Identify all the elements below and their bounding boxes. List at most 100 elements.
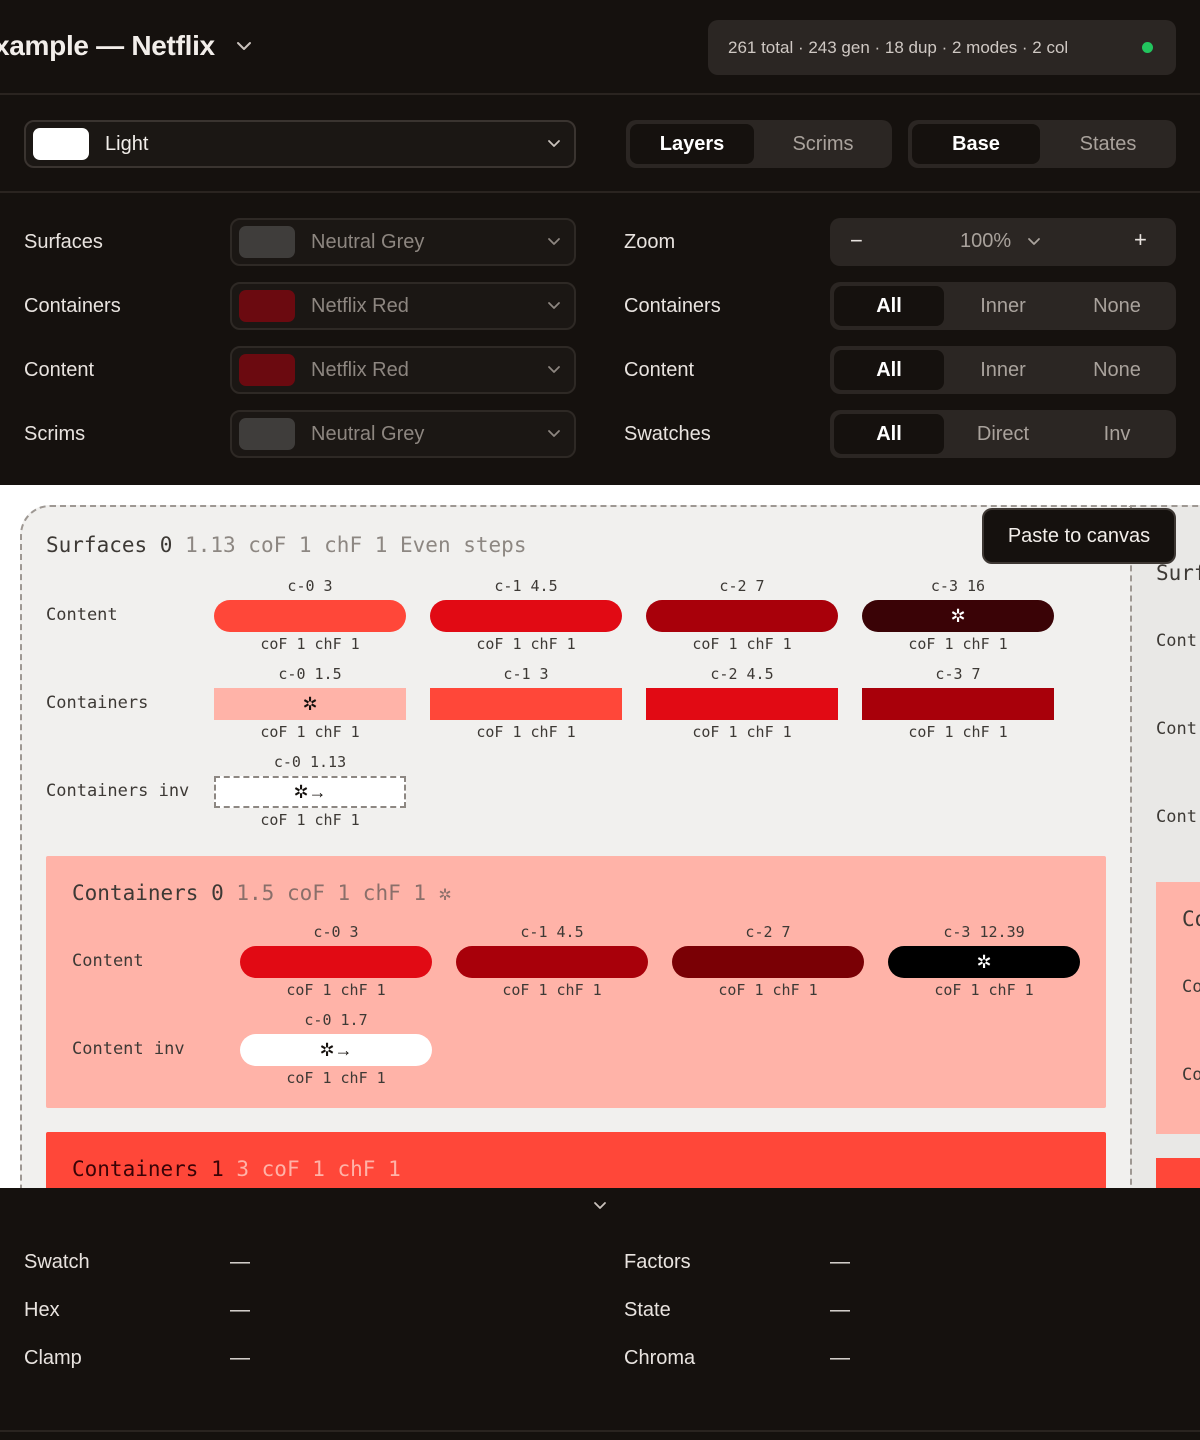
- tab-base[interactable]: Base: [912, 124, 1040, 164]
- swatch-factors-label: coF 1 chF 1: [286, 981, 386, 999]
- swatch-factors-label: coF 1 chF 1: [476, 635, 576, 653]
- swatch-factors-label: coF 1 chF 1: [260, 723, 360, 741]
- stats-summary: 261 total · 243 gen · 18 dup · 2 modes ·…: [728, 38, 1069, 57]
- asterisk-icon: ✲: [302, 693, 318, 714]
- factors-label: Factors: [624, 1251, 691, 1273]
- swatches-filter-all[interactable]: All: [834, 414, 944, 454]
- color-swatch[interactable]: [430, 688, 622, 720]
- chevron-down-icon[interactable]: [592, 1198, 608, 1214]
- surfaces-palette-select[interactable]: Neutral Grey: [230, 218, 576, 266]
- stats-pill: 261 total · 243 gen · 18 dup · 2 modes ·…: [708, 20, 1176, 75]
- chevron-down-icon[interactable]: [1026, 234, 1042, 250]
- asterisk-icon: ✲: [976, 951, 992, 972]
- inverse-arrow-icon: ✲→: [293, 781, 327, 802]
- swatch-step-label: c-1 4.5: [494, 577, 558, 595]
- color-swatch[interactable]: [646, 600, 838, 632]
- color-swatch[interactable]: [456, 946, 648, 978]
- containers-filter: All Inner None: [830, 282, 1176, 330]
- swatch-step-label: c-3 12.39: [943, 923, 1025, 941]
- zoom-label: Zoom: [624, 231, 676, 253]
- content-filter-all[interactable]: All: [834, 350, 944, 390]
- swatch-factors-label: coF 1 chF 1: [718, 981, 818, 999]
- zoom-out-button[interactable]: −: [850, 228, 863, 254]
- containers-palette-select[interactable]: Netflix Red: [230, 282, 576, 330]
- color-swatch[interactable]: ✲→: [240, 1034, 432, 1066]
- paste-to-canvas-button[interactable]: Paste to canvas: [982, 508, 1176, 564]
- swatches-filter-inv[interactable]: Inv: [1062, 414, 1172, 454]
- chroma-label: Chroma: [624, 1347, 696, 1369]
- tab-layers[interactable]: Layers: [630, 124, 754, 164]
- containers-0-name: Containers 0: [72, 881, 224, 905]
- chevron-down-icon: [548, 366, 560, 373]
- mode-toolbar: Light Layers Scrims Base States: [0, 97, 1200, 193]
- surfaces-label: Surfaces: [24, 231, 103, 253]
- swatches-filter-direct[interactable]: Direct: [948, 414, 1058, 454]
- canvas[interactable]: Surfaces 0 1.13 coF 1 chF 1 Even steps C…: [0, 485, 1200, 1188]
- right-block-label: Co: [1182, 1065, 1200, 1085]
- factors-value: —: [830, 1251, 850, 1273]
- color-swatch[interactable]: ✲: [214, 688, 406, 720]
- swatch-factors-label: coF 1 chF 1: [692, 635, 792, 653]
- color-swatch[interactable]: ✲→: [214, 776, 406, 808]
- tab-states[interactable]: States: [1044, 124, 1172, 164]
- zoom-level-select[interactable]: 100%: [960, 230, 1011, 253]
- right-block-heading: Co: [1182, 907, 1200, 931]
- palette-swatch: [239, 354, 295, 386]
- controls-panel: Surfaces Neutral Grey Containers Netflix…: [0, 195, 1200, 483]
- right-row-label: Cont: [1156, 719, 1197, 739]
- hex-label: Hex: [24, 1299, 60, 1321]
- state-value: —: [830, 1299, 850, 1321]
- mode-swatch: [33, 128, 89, 160]
- inverse-arrow-icon: ✲→: [319, 1039, 353, 1060]
- scrims-palette-value: Neutral Grey: [311, 423, 425, 445]
- swatch-factors-label: coF 1 chF 1: [934, 981, 1034, 999]
- color-swatch[interactable]: [214, 600, 406, 632]
- containers-filter-inner[interactable]: Inner: [948, 286, 1058, 326]
- color-swatch[interactable]: [430, 600, 622, 632]
- surfaces-0-meta: 1.13 coF 1 chF 1 Even steps: [185, 533, 527, 557]
- content-filter-inner[interactable]: Inner: [948, 350, 1058, 390]
- containers-filter-none[interactable]: None: [1062, 286, 1172, 326]
- scrims-palette-select[interactable]: Neutral Grey: [230, 410, 576, 458]
- content-palette-select[interactable]: Netflix Red: [230, 346, 576, 394]
- right-row-label: Cont: [1156, 631, 1197, 651]
- zoom-in-button[interactable]: +: [1134, 227, 1147, 253]
- clamp-value: —: [230, 1347, 250, 1369]
- swatch-step-label: c-1 3: [503, 665, 549, 683]
- color-swatch[interactable]: [240, 946, 432, 978]
- containers-filter-all[interactable]: All: [834, 286, 944, 326]
- swatch-factors-label: coF 1 chF 1: [286, 1069, 386, 1087]
- content-filter-none[interactable]: None: [1062, 350, 1172, 390]
- row-label-containers-inv: Containers inv: [46, 781, 190, 801]
- color-swatch[interactable]: ✲: [888, 946, 1080, 978]
- containers-0-meta: 1.5 coF 1 chF 1 ✲: [236, 881, 452, 905]
- containers-1-meta: 3 coF 1 chF 1: [236, 1157, 401, 1181]
- mode-select-value: Light: [105, 133, 149, 155]
- tab-scrims[interactable]: Scrims: [758, 124, 888, 164]
- swatch-factors-label: coF 1 chF 1: [908, 635, 1008, 653]
- mode-select[interactable]: Light: [24, 120, 576, 168]
- chevron-down-icon: [548, 140, 560, 147]
- surfaces-0-heading: Surfaces 0 1.13 coF 1 chF 1 Even steps: [46, 533, 526, 557]
- clamp-label: Clamp: [24, 1347, 82, 1369]
- swatch-factors-label: coF 1 chF 1: [260, 811, 360, 829]
- chevron-down-icon[interactable]: [235, 37, 253, 55]
- color-swatch[interactable]: [646, 688, 838, 720]
- color-swatch[interactable]: [862, 688, 1054, 720]
- swatch-step-label: c-0 1.13: [273, 753, 347, 771]
- chevron-down-icon: [548, 430, 560, 437]
- containers-label: Containers: [24, 295, 121, 317]
- swatch-factors-label: coF 1 chF 1: [908, 723, 1008, 741]
- color-swatch[interactable]: ✲: [862, 600, 1054, 632]
- swatch-step-label: c-3 7: [935, 665, 981, 683]
- containers-palette-value: Netflix Red: [311, 295, 409, 317]
- containers-filter-label: Containers: [624, 295, 721, 317]
- row-label-content: Content: [72, 951, 144, 971]
- swatch-step-label: c-1 4.5: [520, 923, 584, 941]
- project-title[interactable]: xample — Netflix: [0, 30, 215, 62]
- status-dot-icon: [1142, 42, 1153, 53]
- swatch-value: —: [230, 1251, 250, 1273]
- content-label: Content: [24, 359, 95, 381]
- color-swatch[interactable]: [672, 946, 864, 978]
- content-filter: All Inner None: [830, 346, 1176, 394]
